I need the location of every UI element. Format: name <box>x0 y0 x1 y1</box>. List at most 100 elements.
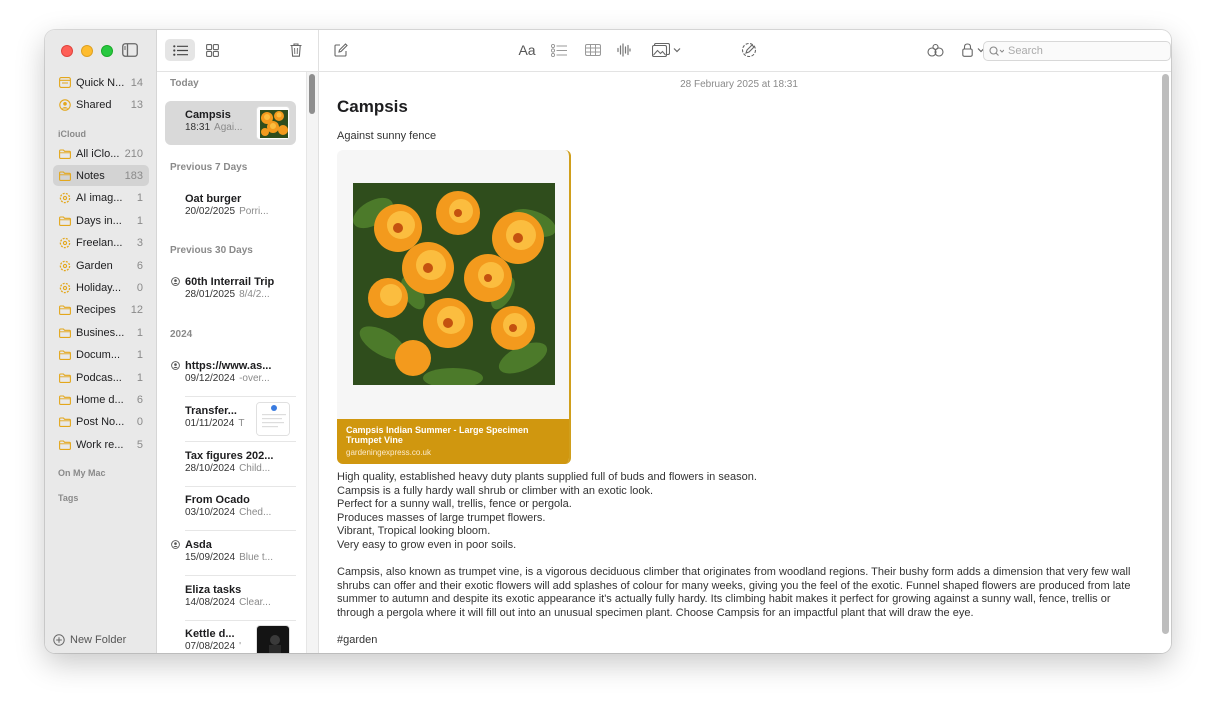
note-body[interactable]: High quality, established heavy duty pla… <box>337 471 1137 648</box>
sidebar-item[interactable]: Holiday... 0 <box>53 277 149 298</box>
lock-icon <box>961 43 973 57</box>
sidebar-item[interactable]: Freelan... 3 <box>53 233 149 254</box>
waveform-icon <box>617 43 631 57</box>
note-date: 09/12/2024 <box>185 373 236 385</box>
new-folder-button[interactable]: New Folder <box>53 634 126 646</box>
trash-icon <box>290 43 302 57</box>
sidebar-item[interactable]: AI imag... 1 <box>53 188 149 209</box>
sidebar-item[interactable]: Shared 13 <box>53 94 149 115</box>
sidebar-item[interactable]: Recipes 12 <box>53 300 149 321</box>
note-folder-icon <box>59 77 71 88</box>
note-list-item[interactable]: https://www.as... 09/12/2024 -over... <box>165 352 296 398</box>
note-list-item[interactable]: Tax figures 202... 28/10/2024 Child... <box>165 442 296 487</box>
sidebar-item-label: Post No... <box>76 416 125 429</box>
format-button[interactable]: Aa <box>516 40 538 60</box>
table-button[interactable] <box>584 40 602 60</box>
sidebar-item[interactable]: Quick N... 14 <box>53 72 149 93</box>
sidebar-item[interactable]: Busines... 1 <box>53 322 149 343</box>
note-subtitle[interactable]: Against sunny fence <box>337 130 436 142</box>
note-list-scroll-track[interactable] <box>306 72 318 653</box>
folder-icon <box>59 440 71 450</box>
shared-icon <box>171 540 180 549</box>
sidebar-item-label: Garden <box>76 259 113 272</box>
sidebar-item[interactable]: Days in... 1 <box>53 210 149 231</box>
delete-note-button[interactable] <box>285 39 307 61</box>
note-meta: 28/10/2024 Child... <box>185 463 280 474</box>
media-button[interactable] <box>650 40 682 60</box>
note-list-item[interactable]: From Ocado 03/10/2024 Ched... <box>165 486 296 532</box>
sidebar-item-count: 3 <box>136 237 143 250</box>
smart-folder-icon <box>59 237 71 249</box>
sidebar-item[interactable]: All iClo... 210 <box>53 143 149 164</box>
note-date: 01/11/2024 <box>185 417 235 429</box>
folder-icon <box>59 171 71 181</box>
search-field[interactable] <box>983 41 1171 61</box>
note-preview: Ched... <box>239 507 272 519</box>
note-group-header: 2024 <box>170 329 193 341</box>
sidebar-item[interactable]: Docum... 1 <box>53 345 149 366</box>
sparkle-pen-icon <box>741 42 757 58</box>
note-title: Eliza tasks <box>185 583 242 596</box>
collaborate-button[interactable] <box>926 40 944 60</box>
sidebar-item-count: 6 <box>136 259 143 272</box>
shared-icon <box>59 99 71 111</box>
sidebar-item-label: Shared <box>76 98 112 111</box>
smart-folder-icon <box>59 193 71 204</box>
photo-icon <box>651 43 670 57</box>
folder-icon <box>59 148 71 159</box>
note-tag[interactable]: #garden <box>337 634 1137 648</box>
list-view-button[interactable] <box>165 39 195 61</box>
sidebar-item[interactable]: Garden 6 <box>53 255 149 276</box>
note-title: 60th Interrail Trip <box>185 276 275 289</box>
smart-folder-icon <box>59 260 71 271</box>
checklist-button[interactable] <box>550 40 568 60</box>
gallery-view-button[interactable] <box>201 39 223 61</box>
sidebar-item-label: Busines... <box>76 326 125 339</box>
note-title: https://www.as... <box>185 360 272 373</box>
note-list-item[interactable]: Transfer... 01/11/2024 T <box>165 397 296 442</box>
sidebar-item-count: 210 <box>124 147 143 160</box>
minimize-window-button[interactable] <box>81 45 93 57</box>
sidebar-toggle-icon[interactable] <box>122 43 138 57</box>
editor-scrollbar[interactable] <box>1162 74 1169 634</box>
folder-icon <box>59 305 71 316</box>
note-title[interactable]: Campsis <box>337 97 408 117</box>
note-preview: -over... <box>239 373 270 385</box>
close-window-button[interactable] <box>61 45 73 57</box>
sidebar-item-count: 12 <box>130 304 143 317</box>
shared-icon <box>171 277 180 287</box>
note-list-item[interactable]: Campsis 18:31 Agai... <box>165 101 296 145</box>
note-meta: 14/08/2024 Clear... <box>185 597 280 608</box>
note-list-toolbar <box>157 30 319 72</box>
sidebar-item[interactable]: Podcas... 1 <box>53 367 149 388</box>
note-date: 03/10/2024 <box>185 507 236 519</box>
note-list-item[interactable]: Oat burger 20/02/2025 Porri... <box>165 185 296 229</box>
notes-window: Quick N... 14 Shared 13 iCloud All iClo... 210… <box>45 30 1171 653</box>
compose-button[interactable] <box>333 40 349 60</box>
list-icon <box>172 44 188 56</box>
writing-tools-button[interactable] <box>740 40 758 60</box>
note-list-item[interactable]: Asda 15/09/2024 Blue t... <box>165 531 296 576</box>
note-preview: ' <box>239 641 241 653</box>
sidebar-item[interactable]: Notes 183 <box>53 165 149 187</box>
note-meta: 09/12/2024 -over... <box>185 373 280 384</box>
link-preview-card[interactable]: Campsis Indian Summer - Large Specimen T… <box>337 150 571 464</box>
note-date: 28 February 2025 at 18:31 <box>680 79 798 90</box>
note-list-item[interactable]: Kettle d... 07/08/2024 ' <box>165 620 296 653</box>
sidebar-item[interactable]: Post No... 0 <box>53 412 149 433</box>
sidebar-item-count: 1 <box>136 214 143 227</box>
sidebar-item[interactable]: Home d... 6 <box>53 389 149 410</box>
folder-icon <box>59 417 71 428</box>
sidebar-item-label: Freelan... <box>76 237 123 250</box>
audio-button[interactable] <box>616 40 632 60</box>
note-preview: Porri... <box>239 205 269 217</box>
zoom-window-button[interactable] <box>101 45 113 57</box>
search-input[interactable] <box>1008 45 1158 57</box>
note-list-item[interactable]: 60th Interrail Trip 28/01/2025 8/4/2... <box>165 268 296 312</box>
note-list-scrollbar[interactable] <box>309 74 315 114</box>
note-list-item[interactable]: Eliza tasks 14/08/2024 Clear... <box>165 576 296 621</box>
sidebar-item[interactable]: Work re... 5 <box>53 434 149 455</box>
note-title: Asda <box>185 538 212 551</box>
shared-icon <box>171 361 180 370</box>
